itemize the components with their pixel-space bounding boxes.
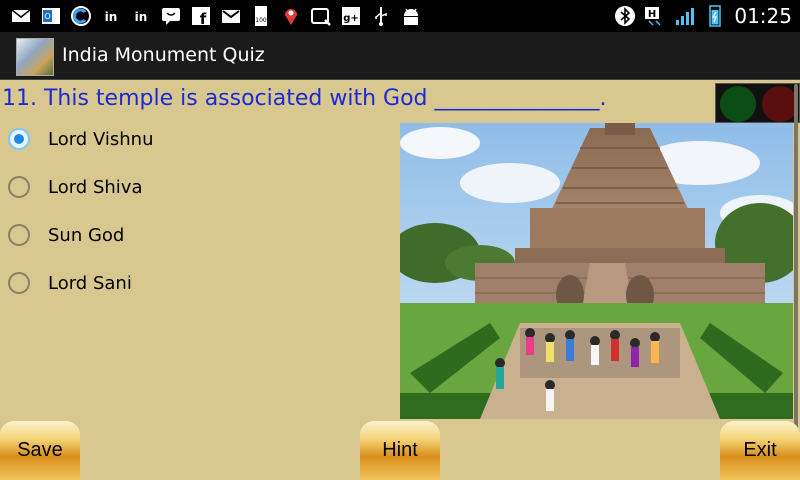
network-h-icon: H (644, 5, 666, 27)
usb-icon (370, 5, 392, 27)
question-text: 11. This temple is associated with God _… (2, 86, 607, 111)
google-plus-icon: g+ (340, 5, 362, 27)
status-indicator (715, 83, 800, 123)
status-right: H 01:25 (614, 4, 792, 28)
save-button[interactable]: Save (0, 421, 80, 480)
exit-button[interactable]: Exit (720, 421, 800, 480)
bluetooth-icon (614, 5, 636, 27)
svg-text:f: f (200, 10, 207, 27)
facebook-icon: f (190, 5, 212, 27)
red-light-icon (762, 86, 798, 122)
signal-icon (674, 5, 696, 27)
option-3-radio[interactable] (8, 224, 30, 246)
svg-text:100: 100 (255, 17, 267, 24)
location-pin-icon (280, 5, 302, 27)
option-2[interactable]: Lord Shiva (8, 171, 142, 203)
hint-button[interactable]: Hint (360, 421, 440, 480)
battery-icon (704, 5, 726, 27)
svg-text:in: in (105, 10, 118, 24)
android-icon (400, 5, 422, 27)
scrollbar[interactable] (794, 84, 798, 444)
app-logo-icon (16, 38, 54, 76)
linkedin-icon: in (130, 5, 152, 27)
mail-icon (10, 5, 32, 27)
green-light-icon (720, 86, 756, 122)
notification-icons: O in in f 100 g+ (10, 4, 422, 28)
outlook-icon: O (40, 5, 62, 27)
battery-100-icon: 100 (250, 5, 272, 27)
option-4-radio[interactable] (8, 272, 30, 294)
circle-c-icon (70, 5, 92, 27)
option-2-label: Lord Shiva (48, 176, 143, 198)
app-title: India Monument Quiz (62, 44, 265, 66)
clock: 01:25 (734, 4, 792, 28)
option-1-label: Lord Vishnu (48, 128, 154, 150)
svg-text:H: H (648, 9, 656, 20)
action-bar: India Monument Quiz (0, 32, 800, 80)
svg-text:in: in (135, 10, 148, 24)
option-3-label: Sun God (48, 224, 125, 246)
search-box-icon (310, 5, 332, 27)
option-2-radio[interactable] (8, 176, 30, 198)
gmail-icon (220, 5, 242, 27)
option-4-label: Lord Sani (48, 272, 132, 294)
chat-icon (160, 5, 182, 27)
option-4[interactable]: Lord Sani (8, 267, 132, 299)
linkedin-icon: in (100, 5, 122, 27)
svg-text:g+: g+ (343, 13, 359, 24)
option-3[interactable]: Sun God (8, 219, 124, 251)
status-bar: O in in f 100 g+ H 01:25 (0, 0, 800, 32)
option-1[interactable]: Lord Vishnu (8, 123, 153, 155)
monument-photo (400, 123, 793, 419)
option-1-radio[interactable] (8, 128, 30, 150)
svg-text:O: O (44, 12, 50, 21)
